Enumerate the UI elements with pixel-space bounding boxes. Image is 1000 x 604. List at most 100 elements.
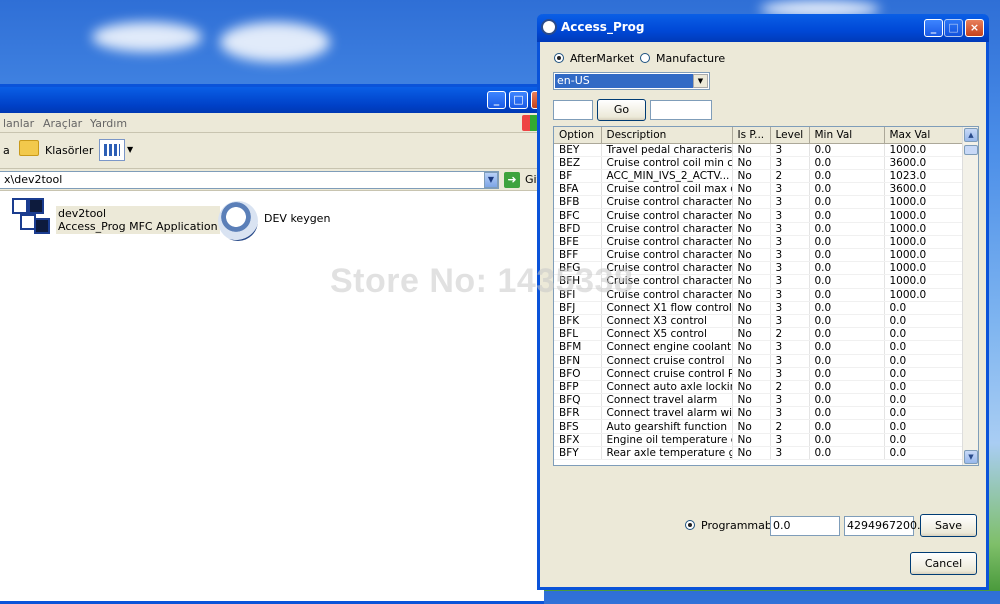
cell-is-programmable: No [732,380,771,395]
column-header-option[interactable]: Option [554,127,602,144]
cell-min-val: 0.0 [809,222,885,236]
cell-min-val: 0.0 [809,195,885,210]
table-row[interactable]: BFQ Connect travel alarm No 3 0.0 0.0 [554,393,964,408]
cell-option: BFL [554,327,602,342]
dev-keygen-icon[interactable] [218,201,258,241]
cell-option: BFO [554,367,602,381]
cell-level: 3 [770,261,810,276]
chevron-down-icon[interactable]: ▼ [127,145,133,154]
table-row[interactable]: BFACruise control coil max c...No30.0360… [554,182,964,197]
manufacture-radio[interactable] [640,53,650,63]
table-row[interactable]: BFRConnect travel alarm with...No30.00.0 [554,406,964,421]
maximize-button[interactable]: □ [509,91,528,109]
views-button[interactable] [99,139,125,161]
toolbar-search-label[interactable]: a [3,144,10,157]
go-arrow-icon[interactable]: ➜ [504,172,520,188]
scroll-down-icon[interactable]: ▼ [964,450,978,464]
dev2tool-app-icon[interactable] [10,196,52,238]
cell-option: BFM [554,340,602,355]
scroll-up-icon[interactable]: ▲ [964,128,978,142]
menu-item-help[interactable]: Yardım [90,117,127,130]
scrollbar-thumb[interactable] [964,145,978,155]
table-row[interactable]: BFMConnect engine coolant f...No30.00.0 [554,340,964,355]
search-input-right[interactable] [650,100,712,120]
programmable-radio[interactable] [685,520,695,530]
search-input-left[interactable] [553,100,593,120]
cell-is-programmable: No [732,419,771,434]
max-value-input[interactable]: 4294967200.0 [844,516,927,536]
close-button[interactable]: × [965,19,984,37]
column-header-is-programmable[interactable]: Is P... [732,127,771,144]
folders-button[interactable]: Klasörler [45,144,93,157]
cell-level: 3 [770,195,810,210]
menu-item-favorites[interactable]: lanlar [3,117,34,130]
file-item-dev-keygen[interactable]: DEV keygen [264,212,330,225]
table-row[interactable]: BFK Connect X3 control No 3 0.0 0.0 [554,314,964,329]
explorer-titlebar[interactable]: _ □ × [0,87,550,113]
address-dropdown-button[interactable]: ▼ [484,172,498,188]
cell-min-val: 0.0 [809,433,885,447]
cell-description: Cruise control characteris... [601,248,733,263]
min-value-input[interactable]: 0.0 [770,516,840,536]
cell-max-val: 1000.0 [884,208,964,223]
aftermarket-label[interactable]: AfterMarket [570,52,634,65]
cell-description: Connect engine coolant f... [601,340,733,355]
table-row[interactable]: BFYRear axle temperature ga...No30.00.0 [554,446,964,461]
table-row[interactable]: BF ACC_MIN_IVS_2_ACTV... No 2 0.0 1023.0 [554,169,964,184]
cell-level: 3 [770,354,810,368]
cell-max-val: 1000.0 [884,288,964,302]
language-value: en-US [555,74,693,88]
table-row[interactable]: BFBCruise control characteris...No30.010… [554,195,964,210]
table-scrollbar[interactable]: ▲ ▼ [962,127,978,465]
column-header-level[interactable]: Level [770,127,810,144]
cell-description: Cruise control characteris... [601,222,733,236]
cell-max-val: 1000.0 [884,274,964,289]
aftermarket-radio[interactable] [554,53,564,63]
table-row[interactable]: BEYTravel pedal characteristi...No30.010… [554,143,964,157]
table-row[interactable]: BFDCruise control characteris...No30.010… [554,222,964,236]
table-row[interactable]: BFXEngine oil temperature g...No30.00.0 [554,433,964,447]
cell-level: 2 [770,380,810,395]
cancel-button[interactable]: Cancel [910,552,977,575]
language-select[interactable]: en-US ▼ [553,72,710,90]
menu-item-tools[interactable]: Araçlar [43,117,82,130]
minimize-button[interactable]: _ [487,91,506,109]
manufacture-label[interactable]: Manufacture [656,52,725,65]
cell-description: Connect X1 flow control [601,301,733,315]
address-bar: x\dev2tool ▼ ➜ Git [0,169,544,191]
table-row[interactable]: BFS Auto gearshift function No 2 0.0 0.0 [554,419,964,434]
maximize-button[interactable]: □ [944,19,963,37]
cell-level: 3 [770,446,810,461]
desktop-cloud [220,22,330,62]
cell-min-val: 0.0 [809,143,885,157]
cell-min-val: 0.0 [809,182,885,197]
table-row[interactable]: BFN Connect cruise control No 3 0.0 0.0 [554,354,964,368]
cell-option: BEY [554,143,602,157]
save-button[interactable]: Save [920,514,977,537]
file-type: Access_Prog MFC Application [58,220,218,233]
table-row[interactable]: BFP Connect auto axle locking No 2 0.0 0.0 [554,380,964,395]
column-header-description[interactable]: Description [601,127,733,144]
cell-is-programmable: No [732,156,771,170]
address-input[interactable]: x\dev2tool [0,171,499,189]
cell-option: BFX [554,433,602,447]
cell-max-val: 1000.0 [884,248,964,263]
table-row[interactable]: BFECruise control characteris...No30.010… [554,235,964,250]
cell-min-val: 0.0 [809,235,885,250]
table-row[interactable]: BFCCruise control characteris...No30.010… [554,208,964,223]
table-row[interactable]: BEZCruise control coil min cu...No30.036… [554,156,964,170]
minimize-button[interactable]: _ [924,19,943,37]
go-button[interactable]: Go [597,99,646,121]
column-header-min-val[interactable]: Min Val [809,127,885,144]
table-row[interactable]: BFJ Connect X1 flow control No 3 0.0 0.0 [554,301,964,315]
table-row[interactable]: BFFCruise control characteris...No30.010… [554,248,964,263]
file-item-dev2tool[interactable]: dev2tool Access_Prog MFC Application [56,206,220,234]
dialog-titlebar[interactable]: Access_Prog _ □ × [537,14,989,42]
cell-min-val: 0.0 [809,301,885,315]
table-row[interactable]: BFL Connect X5 control No 2 0.0 0.0 [554,327,964,342]
chevron-down-icon[interactable]: ▼ [693,74,708,88]
explorer-toolbar: a Klasörler ▼ [0,133,544,169]
column-header-max-val[interactable]: Max Val [884,127,964,144]
table-row[interactable]: BFO Connect cruise control P... No 3 0.0 0.0 [554,367,964,381]
cell-level: 3 [770,208,810,223]
